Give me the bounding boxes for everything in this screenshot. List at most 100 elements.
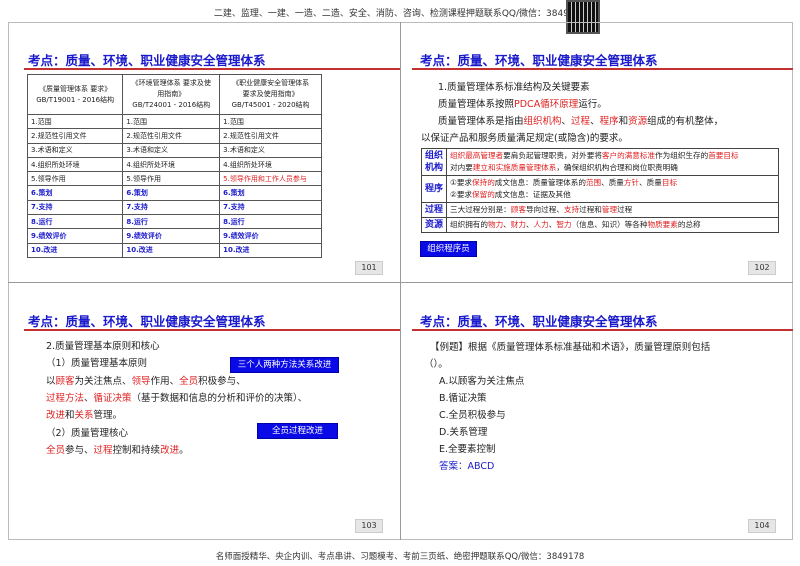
text-segment: ①要求 xyxy=(450,178,473,187)
table-cell: 9.绩效评价 xyxy=(219,228,322,244)
text-segment: 全员 xyxy=(46,445,66,456)
table-cell: 1.范围 xyxy=(26,113,124,130)
table-row: 7.支持 7.支持 7.支持 xyxy=(26,199,322,216)
table-cell: 10.改进 xyxy=(219,242,322,258)
slide-title: 考点：质量、环境、职业健康安全管理体系 xyxy=(420,53,658,68)
row-key: 组织机构 xyxy=(420,148,448,176)
text-segment: 过程 xyxy=(93,445,113,456)
column-header: 《环境管理体系 要求及使 用指南》 GB/T24001 - 2016结构 xyxy=(122,74,221,115)
option-b: B.循证决策 xyxy=(439,393,487,404)
text-segment: 改进 xyxy=(160,445,180,456)
text-line: （2）质量管理核心 xyxy=(46,427,128,441)
table-row: 过程 三大过程分别是：顾客导向过程、支持过程和管理过程 xyxy=(420,202,779,218)
table-row: 资源 组织拥有的物力、财力、人力、智力（信息、知识）等各种物质要素的总称 xyxy=(420,217,779,233)
table-row: 6.策划 6.策划 6.策划 xyxy=(26,185,322,201)
text-segment: 过程和 xyxy=(579,205,602,214)
text-segment: 成文信息：证据及其他 xyxy=(494,190,571,199)
table-cell: 5.领导作用 xyxy=(122,171,221,187)
text-segment: 质量管理体系按照 xyxy=(438,99,515,110)
org-program-button[interactable]: 组织程序员 xyxy=(420,241,477,257)
text-segment: 支持 xyxy=(563,205,580,214)
slide-title: 考点：质量、环境、职业健康安全管理体系 xyxy=(28,53,266,68)
page-footer: 名师面授精华、央企内训、考点串讲、习题模考、考前三页纸、绝密押题联系QQ/微信：… xyxy=(215,552,585,562)
text-segment: 程序 xyxy=(599,116,619,127)
text-segment: 要肩负起管理职责，对外要将 xyxy=(503,151,602,160)
text-segment: 管理 xyxy=(601,205,618,214)
answer-text: 答案：ABCD xyxy=(439,461,495,472)
table-row: 9.绩效评价 9.绩效评价 9.绩效评价 xyxy=(26,228,322,244)
page-number: 101 xyxy=(355,261,383,275)
text-line: 改进和关系管理。 xyxy=(46,409,122,423)
text-segment: 质量管理体系是指由 xyxy=(438,116,524,127)
text-segment: 、 xyxy=(561,116,572,127)
table-cell: 5.领导作用和工作人员参与 xyxy=(219,171,322,187)
text-line: 以保证产品和服务质量满足规定(或隐含)的要求。 xyxy=(421,132,628,146)
table-cell: 10.改进 xyxy=(26,242,124,258)
slide-title: 考点：质量、环境、职业健康安全管理体系 xyxy=(28,314,266,329)
text-segment: 、 xyxy=(503,220,511,229)
text-segment: 目标 xyxy=(661,178,678,187)
slide-title: 考点：质量、环境、职业健康安全管理体系 xyxy=(420,314,658,329)
text-segment: 作为组织生存的 xyxy=(655,151,709,160)
table-cell: 6.策划 xyxy=(122,185,221,201)
table-row: 2.规范性引用文件 2.规范性引用文件 2.规范性引用文件 xyxy=(26,128,322,144)
table-cell: 9.绩效评价 xyxy=(122,228,221,244)
vertical-divider xyxy=(400,22,401,540)
table-cell: 2.规范性引用文件 xyxy=(26,128,124,144)
text-line: 1.质量管理体系标准结构及关键要素 xyxy=(438,81,590,95)
table-cell: 6.策划 xyxy=(219,185,322,201)
horizontal-divider xyxy=(8,282,793,283)
content-line: ①要求保持的成文信息：质量管理体系的范围、质量方针、质量目标 xyxy=(450,177,775,189)
page-header: 二建、监理、一建、一造、二造、安全、消防、咨询、检测课程押题联系QQ/微信：38… xyxy=(213,9,587,19)
mnemonic-button-principles[interactable]: 三个人两种方法关系改进 xyxy=(230,357,339,373)
table-row: 5.领导作用 5.领导作用 5.领导作用和工作人员参与 xyxy=(26,171,322,187)
text-segment: （1）质量管理基本原则 xyxy=(46,358,148,369)
table-row: 8.运行 8.运行 8.运行 xyxy=(26,214,322,230)
option-c: C.全员积极参与 xyxy=(439,410,506,421)
title-rule xyxy=(412,329,793,331)
text-segment: 组成的有机整体， xyxy=(647,116,724,127)
text-segment: 关系 xyxy=(74,410,94,421)
text-segment: 人力 xyxy=(533,220,549,229)
text-segment: 物质要素 xyxy=(647,220,678,229)
table-cell: 3.术语和定义 xyxy=(26,142,124,158)
text-segment: 智力 xyxy=(556,220,572,229)
text-segment: 对内要 xyxy=(450,163,473,172)
page-number: 104 xyxy=(748,519,776,533)
text-segment: 范围 xyxy=(585,178,602,187)
table-cell: 1.范围 xyxy=(219,113,322,130)
text-segment: 、质量 xyxy=(601,178,624,187)
text-line: 过程方法、循证决策（基于数据和信息的分析和评价的决策）、 xyxy=(46,392,307,406)
table-cell: 8.运行 xyxy=(122,214,221,230)
content-line: 组织拥有的物力、财力、人力、智力（信息、知识）等各种物质要素的总称 xyxy=(450,219,775,231)
text-segment: 组织最高管理者 xyxy=(450,151,504,160)
row-key: 过程 xyxy=(420,202,448,218)
text-segment: 、 xyxy=(525,220,534,229)
text-segment: 全员 xyxy=(179,376,199,387)
text-segment: 2.质量管理基本原则和核心 xyxy=(46,341,160,352)
option-a: A.以顾客为关注焦点 xyxy=(439,376,525,387)
text-segment: （信息、知识）等各种 xyxy=(571,220,648,229)
column-header: 《质量管理体系 要求》 GB/T19001 - 2016结构 xyxy=(26,74,124,115)
text-line: 全员参与、过程控制和持续改进。 xyxy=(46,444,189,458)
table-cell: 2.规范性引用文件 xyxy=(219,128,322,144)
title-rule xyxy=(412,68,793,70)
text-segment: 方针 xyxy=(623,178,640,187)
text-segment: 财力 xyxy=(510,220,526,229)
table-row: 程序 ①要求保持的成文信息：质量管理体系的范围、质量方针、质量目标 ②要求保留的成文… xyxy=(420,175,779,203)
content-line: ②要求保留的成文信息：证据及其他 xyxy=(450,189,775,201)
content-line: 对内要建立和实施质量管理体系，确保组织机构合理和岗位职责明确 xyxy=(450,162,775,174)
text-segment: 保持的 xyxy=(472,178,495,187)
text-segment: 参与、 xyxy=(65,445,94,456)
text-segment: 和 xyxy=(618,116,629,127)
question-text: 【例题】根据《质量管理体系标准基础和术语》，质量管理原则包括 xyxy=(430,342,711,353)
text-segment: 以 xyxy=(46,376,56,387)
text-segment: ②要求 xyxy=(450,190,473,199)
text-line: （1）质量管理基本原则 xyxy=(46,357,147,371)
text-segment: 资源 xyxy=(628,116,648,127)
text-segment: ，确保组织机构合理和岗位职责明确 xyxy=(556,163,678,172)
content-line: 组织最高管理者要肩负起管理职责，对外要将客户的满意标准作为组织生存的首要目标 xyxy=(450,150,775,162)
text-segment: 导向过程、 xyxy=(525,205,564,214)
table-cell: 7.支持 xyxy=(26,199,124,216)
mnemonic-button-core[interactable]: 全员过程改进 xyxy=(257,423,338,439)
